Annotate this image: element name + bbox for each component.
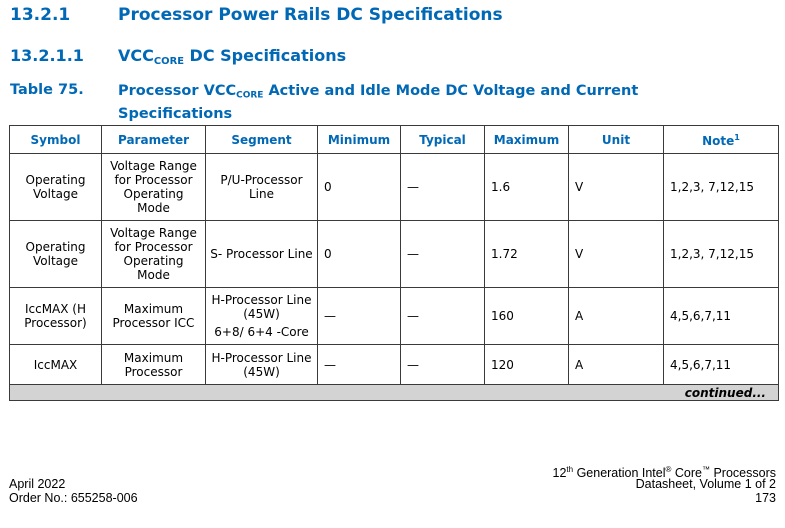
- spec-table: Symbol Parameter Segment Minimum Typical…: [9, 125, 779, 401]
- cell-note: 1,2,3, 7,12,15: [663, 153, 779, 221]
- cell-minimum: —: [317, 287, 401, 345]
- cell-typical: —: [400, 220, 485, 288]
- section-number: 13.2.1: [10, 5, 71, 25]
- cell-segment: P/U-Processor Line: [205, 153, 318, 221]
- header-maximum: Maximum: [484, 125, 569, 154]
- continued-label: continued...: [9, 384, 779, 401]
- footer-page-number: 173: [755, 491, 776, 505]
- cell-maximum: 160: [484, 287, 569, 345]
- cell-maximum: 1.6: [484, 153, 569, 221]
- cell-minimum: 0: [317, 220, 401, 288]
- cell-symbol: IccMAX (H Processor): [9, 287, 102, 345]
- cell-note: 4,5,6,7,11: [663, 287, 779, 345]
- footer-date: April 2022: [9, 477, 66, 491]
- cell-parameter: Maximum Processor ICC: [101, 287, 206, 345]
- footer-product-pre: 12: [552, 466, 567, 481]
- section-title: Processor Power Rails DC Specifications: [118, 5, 503, 25]
- subsection-title-pre: VCC: [118, 46, 154, 65]
- header-typical: Typical: [400, 125, 485, 154]
- footer-order-number: Order No.: 655258-006: [9, 491, 138, 505]
- cell-unit: V: [568, 220, 664, 288]
- subsection-title-post: DC Specifications: [183, 46, 347, 65]
- header-note: Note1: [663, 125, 779, 154]
- table-title-sub: CORE: [236, 90, 264, 101]
- cell-segment-main: H-Processor Line (45W): [211, 293, 312, 321]
- cell-note: 4,5,6,7,11: [663, 344, 779, 385]
- cell-typical: —: [400, 287, 485, 345]
- cell-symbol: IccMAX: [9, 344, 102, 385]
- cell-minimum: —: [317, 344, 401, 385]
- header-note-sup: 1: [734, 133, 740, 142]
- subsection-title: VCCCORE DC Specifications: [118, 46, 346, 67]
- table-title-pre: Processor VCC: [118, 83, 237, 99]
- cell-typical: —: [400, 153, 485, 221]
- header-note-label: Note: [702, 134, 735, 148]
- header-segment: Segment: [205, 125, 318, 154]
- table-label: Table 75.: [10, 82, 84, 98]
- footer-document: Datasheet, Volume 1 of 2: [635, 477, 776, 491]
- cell-symbol: Operating Voltage: [9, 220, 102, 288]
- cell-unit: A: [568, 344, 664, 385]
- cell-symbol: Operating Voltage: [9, 153, 102, 221]
- cell-note: 1,2,3, 7,12,15: [663, 220, 779, 288]
- cell-parameter: Voltage Range for Processor Operating Mo…: [101, 220, 206, 288]
- subsection-number: 13.2.1.1: [10, 46, 84, 65]
- table-row: Operating Voltage Voltage Range for Proc…: [9, 220, 779, 288]
- cell-segment-core-config: 6+8/ 6+4 -Core: [214, 325, 309, 339]
- header-unit: Unit: [568, 125, 664, 154]
- header-symbol: Symbol: [9, 125, 102, 154]
- table-title: Processor VCCCORE Active and Idle Mode D…: [118, 82, 718, 123]
- cell-maximum: 120: [484, 344, 569, 385]
- table-row: IccMAX (H Processor) Maximum Processor I…: [9, 287, 779, 345]
- header-parameter: Parameter: [101, 125, 206, 154]
- cell-parameter: Voltage Range for Processor Operating Mo…: [101, 153, 206, 221]
- table-row: IccMAX Maximum Processor H-Processor Lin…: [9, 344, 779, 385]
- cell-segment: S- Processor Line: [205, 220, 318, 288]
- cell-unit: V: [568, 153, 664, 221]
- subsection-title-sub: CORE: [153, 55, 184, 67]
- continued-row: continued...: [9, 384, 779, 401]
- footer-trademark: ™: [702, 465, 710, 474]
- table-row: Operating Voltage Voltage Range for Proc…: [9, 153, 779, 221]
- cell-maximum: 1.72: [484, 220, 569, 288]
- header-minimum: Minimum: [317, 125, 401, 154]
- cell-segment: H-Processor Line (45W) 6+8/ 6+4 -Core: [205, 287, 318, 345]
- cell-segment: H-Processor Line (45W): [205, 344, 318, 385]
- cell-minimum: 0: [317, 153, 401, 221]
- cell-parameter: Maximum Processor: [101, 344, 206, 385]
- cell-unit: A: [568, 287, 664, 345]
- cell-typical: —: [400, 344, 485, 385]
- table-header-row: Symbol Parameter Segment Minimum Typical…: [9, 125, 779, 154]
